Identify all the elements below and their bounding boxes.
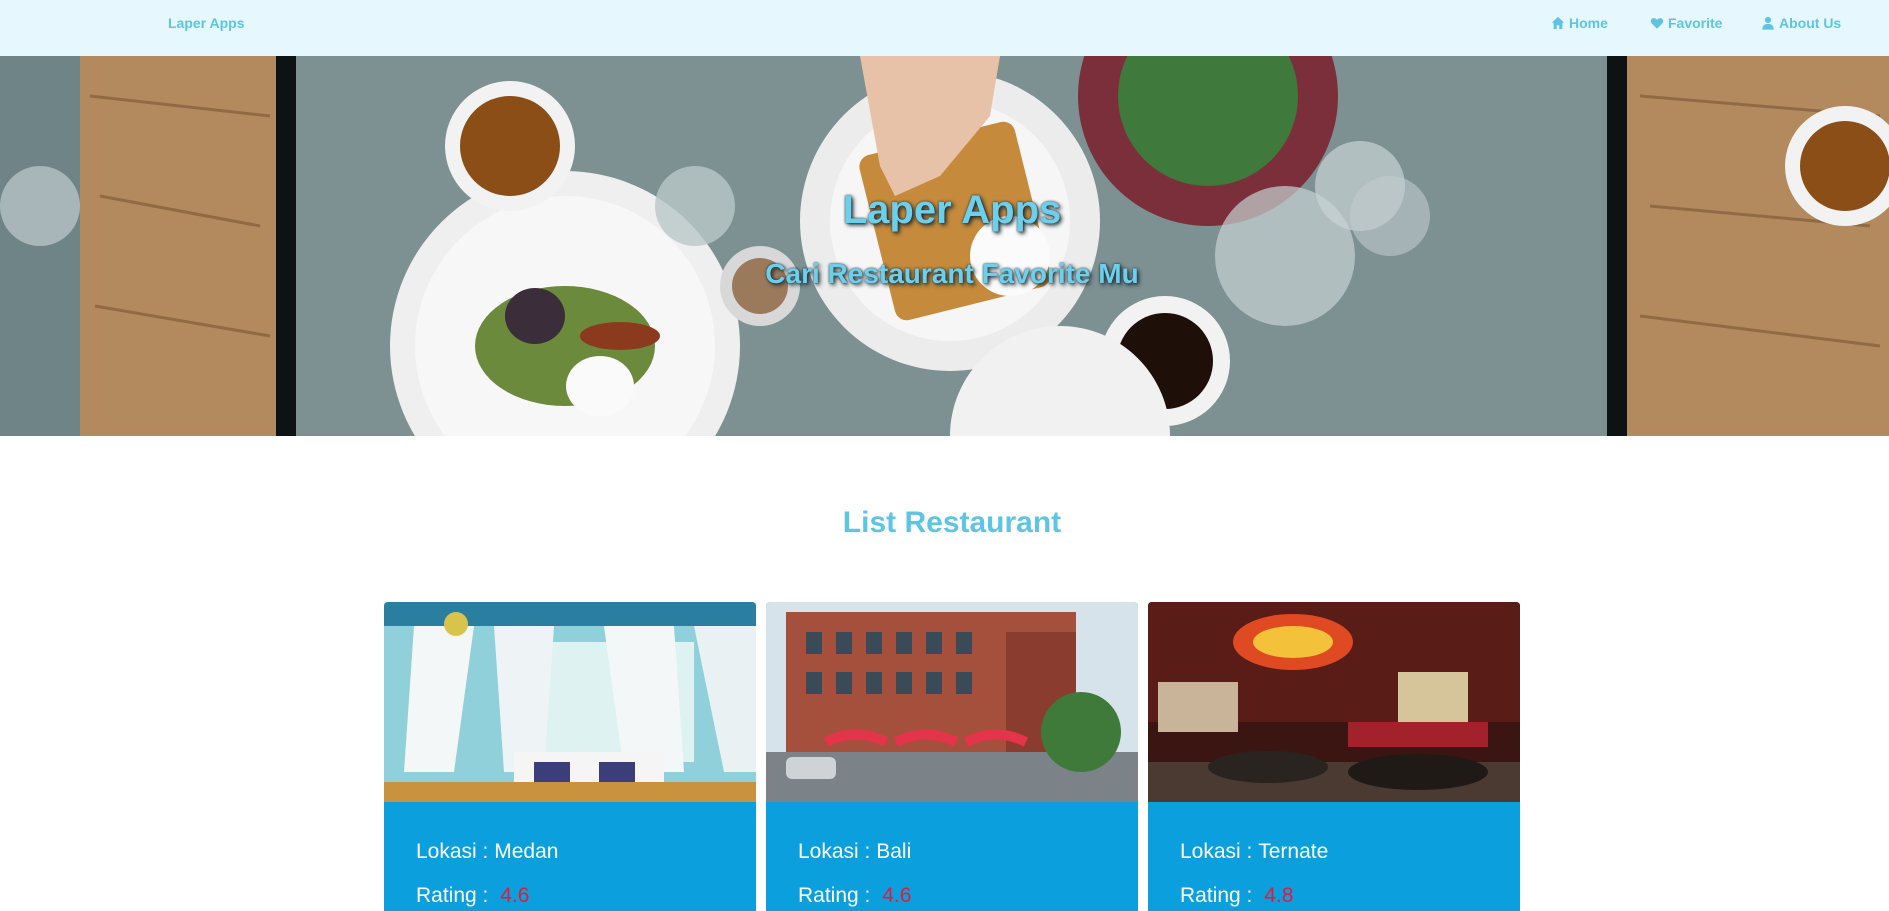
card-body: Lokasi : Ternate Rating : 4.8	[1148, 802, 1520, 911]
heart-icon	[1650, 18, 1664, 29]
hero-background-image	[0, 56, 1889, 436]
user-icon	[1762, 16, 1774, 30]
nav-favorite-link[interactable]: Favorite	[1650, 15, 1722, 31]
location-row: Lokasi : Medan	[416, 830, 724, 874]
rating-row: Rating : 4.6	[416, 874, 724, 911]
rating-value: 4.6	[882, 884, 912, 907]
location-row: Lokasi : Ternate	[1180, 830, 1488, 874]
location-row: Lokasi : Bali	[798, 830, 1106, 874]
home-icon	[1551, 16, 1565, 30]
rating-row: Rating : 4.6	[798, 874, 1106, 911]
rating-label: Rating :	[416, 884, 495, 907]
location-value: Bali	[876, 840, 912, 863]
nav-home-label: Home	[1569, 15, 1608, 31]
nav-about-label: About Us	[1779, 15, 1842, 31]
card-body: Lokasi : Bali Rating : 4.6	[766, 802, 1138, 911]
restaurant-card[interactable]: Lokasi : Bali Rating : 4.6	[766, 602, 1138, 911]
rating-row: Rating : 4.8	[1180, 874, 1488, 911]
hero-banner: Laper Apps Cari Restaurant Favorite Mu	[0, 56, 1889, 436]
location-label: Lokasi :	[798, 840, 877, 863]
card-body: Lokasi : Medan Rating : 4.6	[384, 802, 756, 911]
section-title: List Restaurant	[842, 506, 1062, 539]
location-value: Medan	[494, 840, 559, 863]
restaurant-image	[766, 602, 1138, 802]
hero-subtitle: Cari Restaurant Favorite Mu	[765, 258, 1139, 289]
navbar: Laper Apps Home Favorite About Us	[0, 0, 1889, 56]
nav-home-link[interactable]: Home	[1551, 15, 1608, 31]
nav-favorite-label: Favorite	[1668, 15, 1723, 31]
restaurant-card[interactable]: Lokasi : Ternate Rating : 4.8	[1148, 602, 1520, 911]
hero-title: Laper Apps	[842, 188, 1062, 232]
restaurant-image	[1148, 602, 1520, 802]
nav-about-link[interactable]: About Us	[1761, 15, 1841, 31]
location-label: Lokasi :	[416, 840, 495, 863]
rating-value: 4.8	[1264, 884, 1294, 907]
nav-links: Home Favorite About Us	[0, 15, 1889, 35]
rating-value: 4.6	[500, 884, 530, 907]
rating-label: Rating :	[798, 884, 877, 907]
restaurant-image	[384, 602, 756, 802]
restaurant-card[interactable]: Lokasi : Medan Rating : 4.6	[384, 602, 756, 911]
rating-label: Rating :	[1180, 884, 1259, 907]
location-value: Ternate	[1258, 840, 1329, 863]
location-label: Lokasi :	[1180, 840, 1259, 863]
